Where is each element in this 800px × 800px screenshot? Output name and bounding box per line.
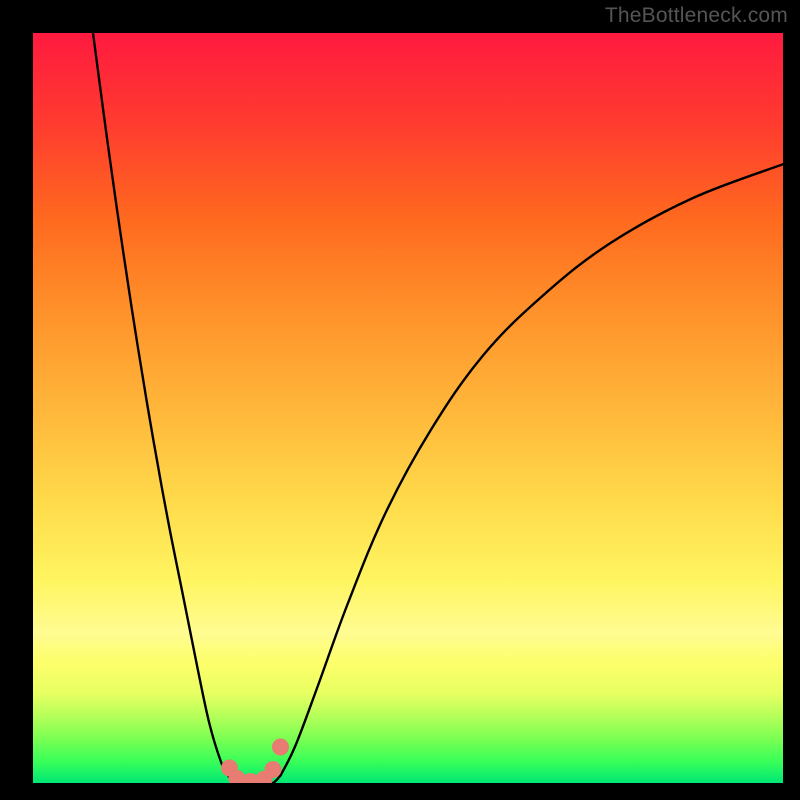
line-curve-left <box>93 33 236 783</box>
series-curve-right <box>281 164 784 775</box>
chart-frame: TheBottleneck.com <box>0 0 800 800</box>
watermark-text: TheBottleneck.com <box>605 4 788 28</box>
chart-svg <box>33 33 783 783</box>
line-curve-right <box>281 164 784 775</box>
valley-marker-dot <box>272 739 289 756</box>
valley-marker-dot <box>265 761 282 778</box>
series-curve-left <box>93 33 236 783</box>
